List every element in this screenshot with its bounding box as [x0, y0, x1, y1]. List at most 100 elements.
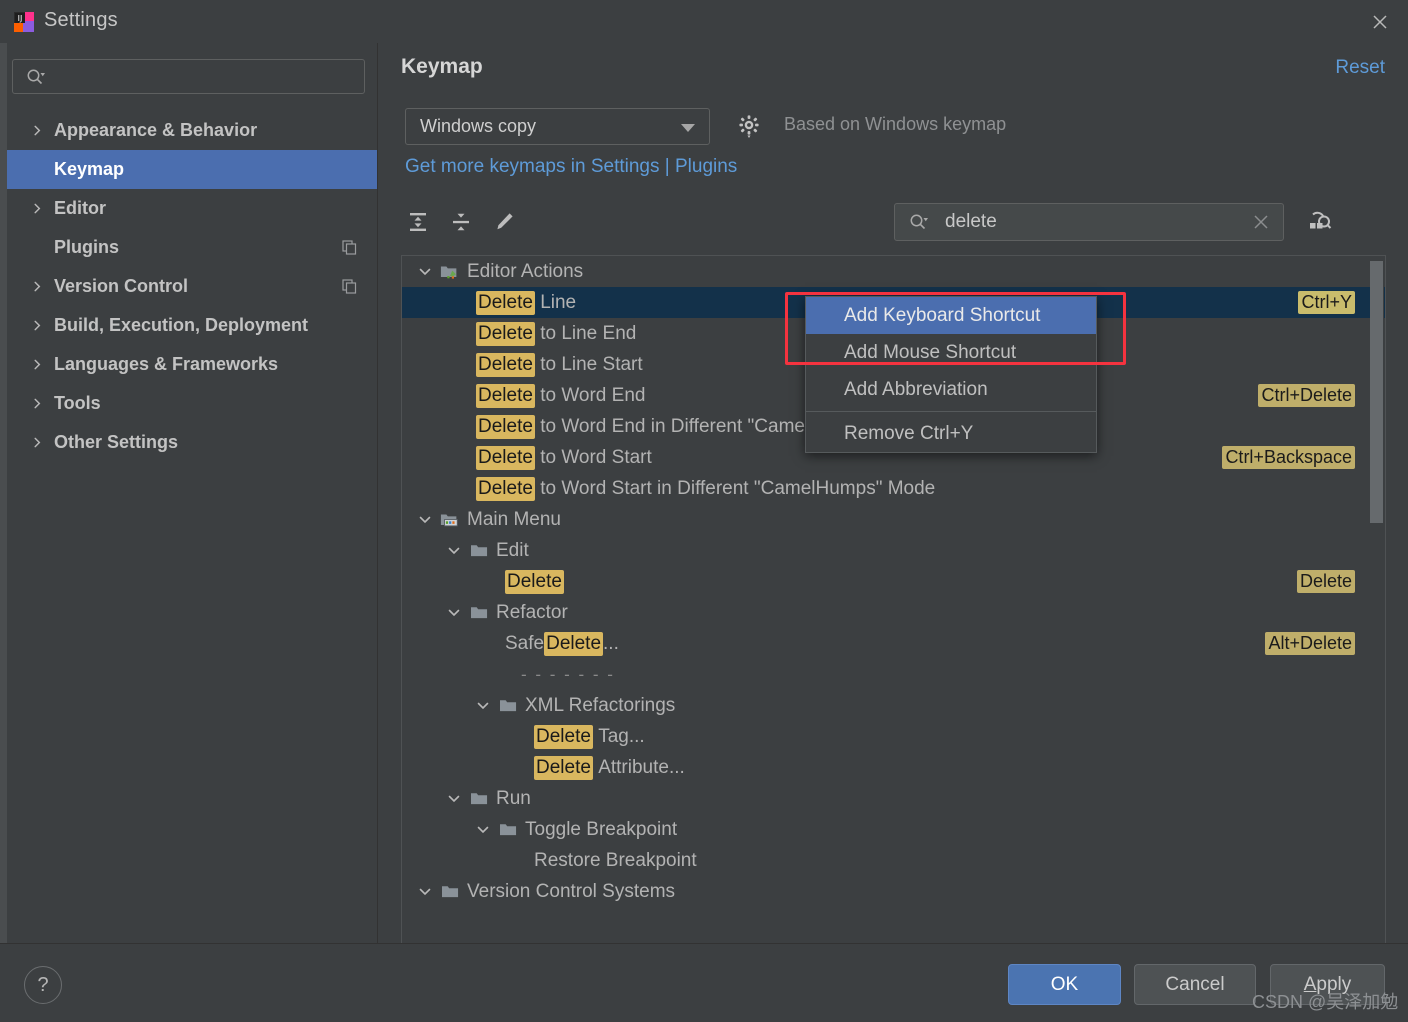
- tree-row-match: Delete: [476, 321, 535, 346]
- tree-scrollbar-thumb[interactable]: [1370, 261, 1383, 523]
- tree-row-text: Edit: [496, 539, 529, 561]
- chevron-down-icon[interactable]: [418, 504, 432, 535]
- close-icon[interactable]: [1366, 8, 1394, 36]
- sidebar-item-label: Plugins: [54, 237, 120, 257]
- copy-icon[interactable]: [342, 267, 357, 306]
- tree-row-match: Delete: [476, 414, 535, 439]
- editor-actions-folder-icon: [440, 256, 460, 287]
- tree-row[interactable]: Delete Tag...: [402, 721, 1385, 752]
- pencil-icon[interactable]: [487, 205, 521, 239]
- shortcut-cell: Ctrl+Backspace: [1222, 442, 1355, 473]
- shortcut-badge: Alt+Delete: [1265, 632, 1355, 655]
- shortcut-cell: Ctrl+Y: [1298, 287, 1355, 318]
- search-input[interactable]: [12, 59, 365, 94]
- ok-button[interactable]: OK: [1008, 964, 1121, 1005]
- settings-sidebar: Appearance & Behavior Keymap Editor Plugins…: [7, 43, 377, 943]
- tree-row-label: Version Control Systems: [467, 876, 675, 907]
- sidebar-item-languages-frameworks[interactable]: Languages & Frameworks: [7, 345, 377, 384]
- keymap-select-value: Windows copy: [420, 116, 537, 136]
- tree-row-match: Delete: [534, 724, 593, 749]
- search-icon: [26, 68, 46, 86]
- tree-row-label: Delete to Word Start in Different "Camel…: [476, 473, 935, 504]
- folder-icon: [469, 535, 489, 566]
- tree-row-match: Delete: [476, 383, 535, 408]
- tree-row-text: to Word End: [534, 384, 646, 406]
- chevron-right-icon[interactable]: [29, 189, 45, 228]
- tree-row[interactable]: Toggle Breakpoint: [402, 814, 1385, 845]
- title-bar: IJ Settings: [0, 0, 1408, 43]
- tree-row-label: Run: [496, 783, 531, 814]
- chevron-down-icon[interactable]: [418, 876, 432, 907]
- copy-icon[interactable]: [342, 228, 357, 267]
- sidebar-item-build-execution-deployment[interactable]: Build, Execution, Deployment: [7, 306, 377, 345]
- context-menu-item-add-abbreviation[interactable]: Add Abbreviation: [806, 371, 1096, 408]
- tree-row[interactable]: Main Menu: [402, 504, 1385, 535]
- chevron-down-icon[interactable]: [447, 535, 461, 566]
- tree-row-match: Delete: [544, 631, 604, 656]
- clear-icon[interactable]: [1252, 213, 1270, 231]
- sidebar-item-appearance-behavior[interactable]: Appearance & Behavior: [7, 111, 377, 150]
- chevron-right-icon[interactable]: [29, 345, 45, 384]
- chevron-right-icon[interactable]: [29, 111, 45, 150]
- filter-input[interactable]: delete: [894, 203, 1284, 241]
- tree-row[interactable]: Delete Delete: [402, 566, 1385, 597]
- tree-row[interactable]: Run: [402, 783, 1385, 814]
- context-menu[interactable]: Add Keyboard Shortcut Add Mouse Shortcut A…: [805, 296, 1097, 453]
- chevron-right-icon[interactable]: [29, 423, 45, 462]
- tree-row-label: Delete: [505, 566, 564, 597]
- tree-row-label: Delete to Word Start: [476, 442, 652, 473]
- sidebar-item-label: Appearance & Behavior: [54, 120, 258, 140]
- sidebar-item-editor[interactable]: Editor: [7, 189, 377, 228]
- chevron-right-icon[interactable]: [29, 267, 45, 306]
- sidebar-search[interactable]: [12, 59, 367, 96]
- keymap-select[interactable]: Windows copy: [405, 108, 710, 145]
- tree-row[interactable]: Delete to Word Start in Different "Camel…: [402, 473, 1385, 504]
- shortcut-cell: Ctrl+Delete: [1258, 380, 1355, 411]
- find-by-shortcut-icon[interactable]: [1301, 204, 1337, 240]
- chevron-down-icon[interactable]: [476, 814, 490, 845]
- context-menu-item-add-mouse-shortcut[interactable]: Add Mouse Shortcut: [806, 334, 1096, 371]
- context-menu-item-add-keyboard-shortcut[interactable]: Add Keyboard Shortcut: [806, 297, 1096, 334]
- sidebar-item-plugins[interactable]: Plugins: [7, 228, 377, 267]
- tree-row-label: Refactor: [496, 597, 568, 628]
- shortcut-badge: Ctrl+Y: [1298, 291, 1355, 314]
- sidebar-item-keymap[interactable]: Keymap: [7, 150, 377, 189]
- tree-row[interactable]: Version Control Systems: [402, 876, 1385, 907]
- expand-all-icon[interactable]: [401, 205, 435, 239]
- tree-row[interactable]: Delete Attribute...: [402, 752, 1385, 783]
- sidebar-item-other-settings[interactable]: Other Settings: [7, 423, 377, 462]
- reset-button[interactable]: Reset: [1335, 57, 1385, 79]
- tree-row[interactable]: Restore Breakpoint: [402, 845, 1385, 876]
- tree-row[interactable]: Edit: [402, 535, 1385, 566]
- chevron-right-icon[interactable]: [29, 306, 45, 345]
- tree-row[interactable]: Editor Actions: [402, 256, 1385, 287]
- tree-row-label: XML Refactorings: [525, 690, 675, 721]
- shortcut-badge: Delete: [1296, 570, 1355, 593]
- sidebar-item-label: Tools: [54, 393, 101, 413]
- context-menu-item-remove-ctrl-y[interactable]: Remove Ctrl+Y: [806, 415, 1096, 452]
- gear-icon[interactable]: [736, 113, 764, 141]
- tree-row[interactable]: XML Refactorings: [402, 690, 1385, 721]
- sidebar-item-tools[interactable]: Tools: [7, 384, 377, 423]
- collapse-all-icon[interactable]: [444, 205, 478, 239]
- chevron-right-icon[interactable]: [29, 384, 45, 423]
- get-more-keymaps-link[interactable]: Get more keymaps in Settings | Plugins: [405, 156, 737, 178]
- chevron-down-icon[interactable]: [476, 690, 490, 721]
- tree-row[interactable]: Refactor: [402, 597, 1385, 628]
- tree-row-text: to Line Start: [534, 353, 643, 375]
- tree-scrollbar-track[interactable]: [1370, 257, 1384, 953]
- tree-row-label: Main Menu: [467, 504, 561, 535]
- sidebar-item-version-control[interactable]: Version Control: [7, 267, 377, 306]
- search-icon: [909, 213, 929, 231]
- tree-row-label: Editor Actions: [467, 256, 583, 287]
- folder-icon: [498, 690, 518, 721]
- tree-row[interactable]: Safe Delete... Alt+Delete: [402, 628, 1385, 659]
- folder-icon: [469, 597, 489, 628]
- tree-row-text: to Word Start: [534, 446, 652, 468]
- tree-row[interactable]: - - - - - - -: [402, 659, 1385, 690]
- cancel-button[interactable]: Cancel: [1134, 964, 1256, 1005]
- help-button[interactable]: ?: [24, 966, 62, 1004]
- chevron-down-icon[interactable]: [418, 256, 432, 287]
- chevron-down-icon[interactable]: [447, 783, 461, 814]
- chevron-down-icon[interactable]: [447, 597, 461, 628]
